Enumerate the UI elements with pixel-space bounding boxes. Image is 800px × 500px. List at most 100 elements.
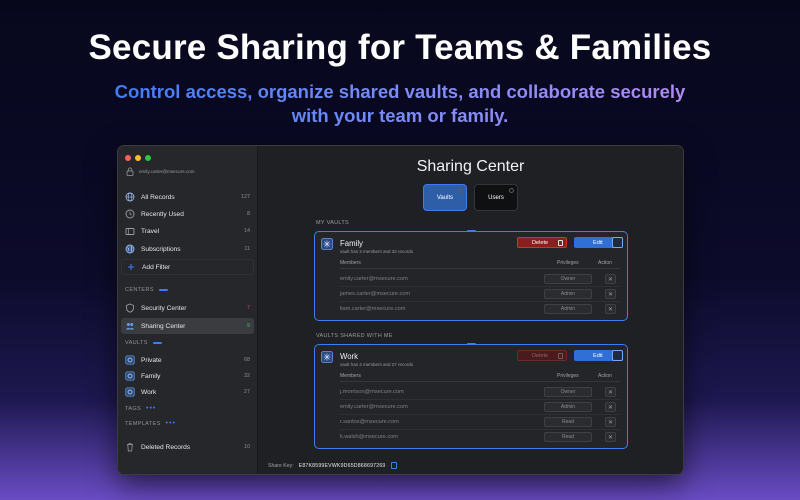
sidebar-item-count: 27	[244, 389, 250, 395]
section-collapse-indicator[interactable]	[152, 342, 162, 344]
edit-vault-button[interactable]: Edit	[574, 237, 623, 248]
delete-vault-button[interactable]: Delete	[517, 237, 567, 248]
sidebar-item-deleted-records[interactable]: Deleted Records 10	[121, 439, 254, 455]
account-indicator[interactable]: emily.carter@msecure.com	[126, 167, 195, 176]
my-vaults-heading: MY VAULTS	[316, 220, 349, 226]
section-collapse-indicator[interactable]	[158, 289, 168, 291]
delete-label: Delete	[532, 239, 549, 246]
section-label: CENTERS	[125, 287, 154, 293]
shared-vaults-heading: VAULTS SHARED WITH ME	[316, 333, 393, 339]
sidebar-item-vault-private[interactable]: Private 68	[121, 352, 254, 368]
pencil-icon	[612, 350, 623, 361]
sidebar-item-label: Private	[141, 356, 162, 364]
privilege-select[interactable]: Admin	[544, 289, 592, 299]
lock-icon	[126, 167, 134, 176]
close-window-button[interactable]	[125, 155, 131, 161]
section-label: TEMPLATES	[125, 420, 161, 427]
table-row: liam.carter@msecure.com Admin ✕	[340, 302, 620, 317]
sidebar-item-count: 68	[244, 357, 250, 363]
people-icon	[125, 323, 135, 330]
remove-member-button[interactable]: ✕	[605, 417, 616, 427]
remove-member-button[interactable]: ✕	[605, 432, 616, 442]
sidebar-item-travel[interactable]: Travel 14	[121, 223, 254, 239]
member-email: k.walsh@msecure.com	[340, 434, 398, 440]
sidebar-item-label: Security Center	[141, 304, 187, 312]
sidebar-item-count: 9	[247, 323, 250, 329]
privilege-select[interactable]: Read	[544, 432, 592, 442]
tab-vaults[interactable]: Vaults	[423, 184, 467, 211]
privilege-select[interactable]: Admin	[544, 402, 592, 412]
vault-icon	[321, 351, 333, 363]
card-grip	[467, 343, 476, 345]
table-row: r.santos@msecure.com Read ✕	[340, 415, 620, 430]
sidebar-item-label: Deleted Records	[141, 443, 191, 451]
sidebar-item-label: Subscriptions	[141, 245, 181, 253]
privilege-select[interactable]: Owner	[544, 274, 592, 284]
sidebar-item-count: 14	[244, 228, 250, 234]
delete-vault-button[interactable]: Delete	[517, 350, 567, 361]
privilege-select[interactable]: Owner	[544, 387, 592, 397]
remove-member-button[interactable]: ✕	[605, 289, 616, 299]
hero-subtitle: Control access, organize shared vaults, …	[100, 80, 700, 128]
globe-icon	[125, 192, 135, 202]
vault-name: Family	[340, 239, 363, 248]
plus-icon	[128, 264, 134, 270]
vault-icon	[321, 238, 333, 250]
sidebar-item-security-center[interactable]: Security Center 7	[121, 300, 254, 316]
members-table-header: Members Privileges Action	[340, 260, 620, 269]
vault-name: Work	[340, 352, 359, 361]
vault-meta: vault has 3 members and 32 records	[340, 249, 414, 254]
share-key-value[interactable]: E87K8599EVWK9D65D868697269	[299, 463, 386, 469]
window-controls	[125, 155, 151, 161]
sidebar-item-label: All Records	[141, 193, 175, 201]
privilege-select[interactable]: Admin	[544, 304, 592, 314]
sidebar-item-count: 127	[241, 194, 250, 200]
column-members: Members	[340, 260, 361, 266]
sidebar-item-vault-work[interactable]: Work 27	[121, 384, 254, 400]
tab-label: Users	[488, 194, 504, 201]
remove-member-button[interactable]: ✕	[605, 274, 616, 284]
main-panel: Sharing Center Vaults Users MY VAULTS Fa…	[258, 146, 683, 474]
sidebar-item-recently-used[interactable]: Recently Used 8	[121, 206, 254, 222]
copy-icon[interactable]	[390, 462, 397, 469]
vaults-section-header: VAULTS	[125, 340, 162, 346]
vault-card-family: Family vault has 3 members and 32 record…	[314, 230, 628, 321]
delete-label: Delete	[532, 352, 549, 359]
table-row: james.carter@msecure.com Admin ✕	[340, 287, 620, 302]
remove-member-button[interactable]: ✕	[605, 387, 616, 397]
app-window: emily.carter@msecure.com All Records 127…	[118, 146, 683, 474]
add-filter-button[interactable]: Add Filter	[121, 259, 254, 275]
tab-users[interactable]: Users	[474, 184, 518, 211]
edit-label: Edit	[593, 352, 603, 359]
edit-label: Edit	[593, 239, 603, 246]
sidebar-item-all-records[interactable]: All Records 127	[121, 189, 254, 205]
section-label: VAULTS	[125, 340, 148, 346]
more-icon[interactable]: •••	[166, 420, 176, 427]
member-email: emily.carter@msecure.com	[340, 276, 408, 282]
edit-vault-button[interactable]: Edit	[574, 350, 623, 361]
sidebar-item-sharing-center[interactable]: Sharing Center 9	[121, 318, 254, 334]
column-action: Action	[598, 373, 612, 379]
account-email: emily.carter@msecure.com	[139, 169, 195, 174]
sidebar-item-label: Recently Used	[141, 210, 184, 218]
sidebar-item-vault-family[interactable]: Family 32	[121, 368, 254, 384]
sidebar-item-label: Work	[141, 388, 157, 396]
column-privileges: Privileges	[557, 260, 579, 266]
vault-icon	[125, 355, 135, 365]
column-action: Action	[598, 260, 612, 266]
more-icon[interactable]: •••	[146, 405, 156, 412]
member-email: j.morrison@msecure.com	[340, 389, 404, 395]
vault-icon	[125, 371, 135, 381]
table-row: j.morrison@msecure.com Owner ✕	[340, 385, 620, 400]
zoom-window-button[interactable]	[145, 155, 151, 161]
privilege-select[interactable]: Read	[544, 417, 592, 427]
minimize-window-button[interactable]	[135, 155, 141, 161]
remove-member-button[interactable]: ✕	[605, 304, 616, 314]
share-key: Share Key: E87K8599EVWK9D65D868697269	[268, 462, 397, 469]
sidebar-item-subscriptions[interactable]: Subscriptions 11	[121, 241, 254, 257]
share-key-label: Share Key:	[268, 462, 294, 469]
pencil-icon	[612, 237, 623, 248]
member-email: liam.carter@msecure.com	[340, 306, 406, 312]
shield-icon	[126, 303, 134, 313]
remove-member-button[interactable]: ✕	[605, 402, 616, 412]
